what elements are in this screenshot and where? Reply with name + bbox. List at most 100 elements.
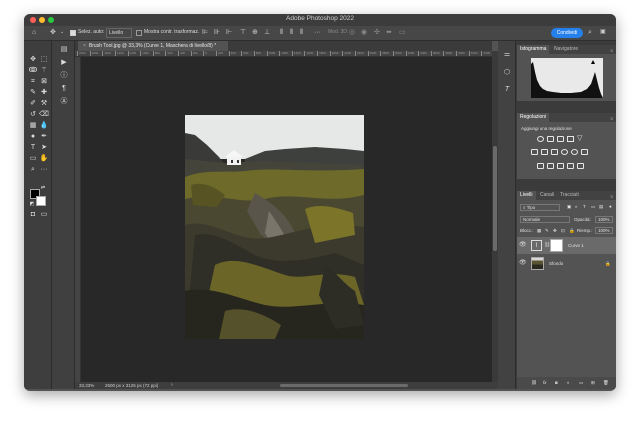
link-layers-icon[interactable]: ⛓ (531, 380, 537, 386)
chevron-down-icon[interactable]: ⌄ (60, 28, 64, 37)
document-tab[interactable]: × Brush Tool.jpg @ 33,3% (Curve 1, Masche… (78, 41, 228, 51)
tab-paths[interactable]: Tracciati (557, 191, 582, 200)
tab-channels[interactable]: Canali (537, 191, 557, 200)
home-icon[interactable]: ⌂ (32, 28, 36, 37)
type-tool-icon[interactable]: T (28, 143, 38, 153)
brush-tool-icon[interactable]: ✐ (28, 99, 38, 109)
share-button[interactable]: Condividi (551, 28, 583, 38)
eraser-tool-icon[interactable]: ⌫ (39, 110, 49, 120)
move-tool-icon[interactable]: ✥ (28, 55, 38, 65)
vibrance-icon[interactable]: ▽ (577, 135, 584, 142)
fill-input[interactable]: 100% (595, 227, 613, 234)
invert-icon[interactable] (537, 163, 544, 169)
layer-style-icon[interactable]: fx (543, 380, 547, 385)
dodge-tool-icon[interactable]: ● (28, 132, 38, 142)
lock-pixels-icon[interactable]: ✎ (545, 228, 549, 234)
channel-mixer-icon[interactable] (571, 149, 578, 155)
distribute-left-icon[interactable]: ⫴ (280, 28, 283, 37)
quick-mask-icon[interactable]: ◘ (28, 210, 38, 220)
color-balance-icon[interactable] (541, 149, 548, 155)
glyphs-panel-icon[interactable]: Ⓐ (59, 97, 69, 107)
more-tools-icon[interactable]: ··· (39, 165, 49, 175)
blend-mode-dropdown[interactable]: Normale (520, 216, 570, 223)
transform-controls-checkbox[interactable] (136, 30, 142, 36)
lock-transparency-icon[interactable]: ▦ (537, 228, 541, 234)
tab-layers[interactable]: Livelli (517, 191, 536, 200)
filter-shape-icon[interactable]: ▭ (591, 204, 595, 210)
hue-saturation-icon[interactable] (531, 149, 538, 155)
horizontal-scroll-thumb[interactable] (280, 384, 408, 387)
black-white-icon[interactable] (551, 149, 558, 155)
properties-panel-icon[interactable]: ⚌ (502, 50, 512, 60)
gradient-tool-icon[interactable]: ▦ (28, 121, 38, 131)
align-left-icon[interactable]: ⊫ (202, 28, 208, 37)
move-icon[interactable]: ✥ (50, 28, 56, 37)
character-panel-icon[interactable]: T (502, 85, 512, 95)
workspace-icon[interactable]: ▣ (600, 28, 606, 37)
distribute-center-icon[interactable]: ⫴ (290, 28, 293, 37)
lasso-tool-icon[interactable]: ↂ (28, 66, 38, 76)
align-middle-icon[interactable]: ⊕ (252, 28, 258, 37)
info-panel-icon[interactable]: ⓘ (59, 71, 69, 81)
search-icon[interactable]: ⌕ (588, 28, 592, 37)
auto-select-dropdown[interactable]: Livello (106, 28, 133, 38)
marquee-tool-icon[interactable]: ⬚ (39, 55, 49, 65)
panel-menu-icon[interactable]: ≡ (610, 192, 613, 201)
screen-mode-icon[interactable]: ▭ (39, 210, 49, 220)
panel-menu-icon[interactable]: ≡ (610, 46, 613, 55)
lock-all-icon[interactable]: 🔒 (569, 228, 575, 234)
visibility-eye-icon[interactable]: 👁 (519, 242, 527, 248)
brightness-contrast-icon[interactable] (537, 136, 544, 142)
actions-panel-icon[interactable]: ▶ (59, 58, 69, 68)
add-mask-icon[interactable]: ◙ (555, 380, 558, 385)
layer-row-curves[interactable]: 👁 ⌇ ⛓ Curve 1 (517, 237, 616, 254)
threshold-icon[interactable] (557, 163, 564, 169)
3d-panel-icon[interactable]: ⬡ (502, 68, 512, 78)
blur-tool-icon[interactable]: 💧 (39, 121, 49, 131)
tab-navigator[interactable]: Navigatore (551, 45, 581, 54)
lock-position-icon[interactable]: ✥ (553, 228, 557, 234)
history-brush-tool-icon[interactable]: ↺ (28, 110, 38, 120)
eyedropper-tool-icon[interactable]: ✎ (28, 88, 38, 98)
panel-menu-icon[interactable]: ≡ (610, 114, 613, 123)
layer-name[interactable]: Curve 1 (568, 243, 584, 248)
levels-icon[interactable] (547, 136, 554, 142)
new-group-icon[interactable]: ▭ (579, 380, 583, 386)
visibility-eye-icon[interactable]: 👁 (519, 260, 527, 266)
canvas-area[interactable] (81, 57, 492, 382)
align-center-icon[interactable]: ⊪ (214, 28, 220, 37)
path-selection-tool-icon[interactable]: ➤ (39, 143, 49, 153)
new-adjustment-icon[interactable]: ◐ (567, 380, 570, 385)
status-arrow-icon[interactable]: › (171, 382, 173, 389)
crop-tool-icon[interactable]: ⌗ (28, 77, 38, 87)
hand-tool-icon[interactable]: ✋ (39, 154, 49, 164)
paragraph-panel-icon[interactable]: ¶ (59, 84, 69, 94)
filter-adjustment-icon[interactable]: ◐ (575, 204, 578, 209)
filter-smart-object-icon[interactable]: ▤ (599, 204, 603, 210)
tab-histogram[interactable]: Istogramma (517, 45, 550, 54)
default-colors-icon[interactable]: ◩ (27, 199, 37, 209)
history-panel-icon[interactable]: ▤ (59, 45, 69, 55)
color-lookup-icon[interactable] (581, 149, 588, 155)
align-bottom-icon[interactable]: ⊥ (264, 28, 270, 37)
swap-colors-icon[interactable]: ⇄ (38, 183, 48, 193)
photo-filter-icon[interactable] (561, 149, 568, 155)
shape-tool-icon[interactable]: ▭ (28, 154, 38, 164)
selective-color-icon[interactable] (567, 163, 574, 169)
tab-adjustments[interactable]: Regolazioni (517, 113, 550, 122)
zoom-tool-icon[interactable]: ⌕ (28, 165, 38, 175)
magic-wand-tool-icon[interactable]: ⚚ (39, 66, 49, 76)
zoom-level[interactable]: 33,33% (79, 382, 94, 389)
layer-mask-thumbnail[interactable] (550, 239, 563, 252)
align-right-icon[interactable]: ⊩ (226, 28, 232, 37)
clone-stamp-tool-icon[interactable]: ⚒ (39, 99, 49, 109)
frame-tool-icon[interactable]: ⊠ (39, 77, 49, 87)
close-tab-icon[interactable]: × (83, 43, 86, 49)
filter-pixel-icon[interactable]: ▣ (567, 204, 571, 210)
new-layer-icon[interactable]: ⊞ (591, 380, 595, 386)
vertical-scroll-thumb[interactable] (493, 146, 497, 251)
curves-icon[interactable] (557, 136, 564, 142)
filter-toggle-icon[interactable]: ● (609, 204, 612, 209)
layer-filter-dropdown[interactable]: ⌕ Tipo (520, 204, 560, 211)
distribute-right-icon[interactable]: ⫴ (300, 28, 303, 37)
